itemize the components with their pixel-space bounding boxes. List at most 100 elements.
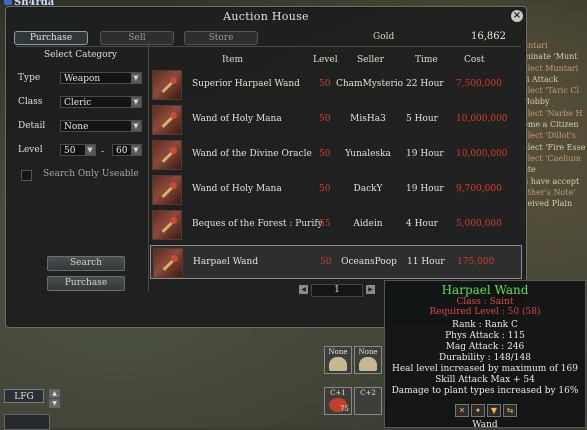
swap-icon: ⇆ <box>503 404 517 417</box>
chevron-down-icon[interactable]: ▼ <box>85 145 95 155</box>
slot-item-icon <box>329 357 347 371</box>
chevron-down-icon[interactable]: ▼ <box>131 121 141 131</box>
row-seller: MisHa3 <box>350 114 386 124</box>
table-row[interactable]: Wand of Holy Mana 50 MisHa3 5 Hour 10,00… <box>150 103 522 137</box>
shortcut-slot-c2[interactable]: C+2 <box>354 387 382 415</box>
type-select[interactable]: Weapon ▼ <box>60 72 142 84</box>
chevron-down-icon[interactable]: ▼ <box>131 97 141 107</box>
row-time: 11 Hour <box>407 257 445 267</box>
chat-line: ome a Citizen <box>523 120 579 130</box>
lfg-button[interactable]: LFG <box>4 389 44 403</box>
class-label: Class <box>18 97 43 107</box>
row-level: 50 <box>319 114 331 124</box>
chevron-up-icon[interactable]: ▲ <box>49 389 60 398</box>
row-time: 19 Hour <box>406 149 444 159</box>
tooltip-phys-attack: Phys Attack : 115 <box>445 331 525 341</box>
class-value: Cleric <box>64 98 92 108</box>
chat-line: ather's Note' <box>523 187 576 197</box>
table-row[interactable]: Wand of the Divine Oracle 50 Yunaleska 1… <box>150 138 522 172</box>
wand-icon <box>152 70 182 100</box>
table-row[interactable]: Beques of the Forest : Purify 55 Aidein … <box>150 208 522 242</box>
level-max-select[interactable]: 60 ▼ <box>112 144 142 156</box>
row-item-name: Wand of the Divine Oracle <box>192 149 312 159</box>
slot-item-icon <box>359 357 377 371</box>
level-min-select[interactable]: 50 ▼ <box>60 144 96 156</box>
panel-divider <box>148 42 149 292</box>
detail-select[interactable]: None ▼ <box>60 120 142 132</box>
detail-label: Detail <box>18 121 46 131</box>
row-seller: ChamMysterio <box>336 79 404 89</box>
row-level: 55 <box>319 219 331 229</box>
chevron-down-icon[interactable]: ▼ <box>131 73 141 83</box>
tooltip-type: Wand <box>472 420 498 430</box>
shortcut-slot-c1[interactable]: C+1 75 <box>324 387 352 415</box>
tooltip-bonus: Heal level increased by maximum of 169 <box>392 364 578 374</box>
level-min-value: 50 <box>64 146 76 156</box>
row-cost: 5,000,000 <box>456 219 502 229</box>
level-separator: - <box>101 147 105 157</box>
row-seller: Yunaleska <box>345 149 391 159</box>
chat-line: u have accept <box>523 176 580 186</box>
table-row-selected[interactable]: Harpael Wand 50 OceansPoop 11 Hour 175,0… <box>150 245 522 279</box>
row-level: 50 <box>320 257 332 267</box>
slot-label: None <box>358 348 378 356</box>
pagination: ◀ 1 ▶ <box>296 284 376 297</box>
sword-icon: ✕ <box>455 404 469 417</box>
tooltip-class: Class : Saint <box>456 297 514 307</box>
next-page-icon[interactable]: ▶ <box>366 285 375 294</box>
row-time: 5 Hour <box>406 114 438 124</box>
header-level: Level <box>313 55 338 65</box>
chat-line: elect 'Dillot's <box>523 131 576 141</box>
close-icon[interactable]: × <box>511 10 523 22</box>
chevron-down-icon[interactable]: ▼ <box>131 145 141 155</box>
row-seller: Aidein <box>353 219 383 229</box>
wand-icon <box>153 248 183 278</box>
chat-line: elect 'Fire Esse <box>523 142 586 152</box>
slot-label: C+1 <box>330 389 346 397</box>
row-cost: 10,000,000 <box>456 149 508 159</box>
purchase-button[interactable]: Purchase <box>47 276 125 291</box>
table-row[interactable]: Wand of Holy Mana 50 DackY 19 Hour 9,700… <box>150 173 522 207</box>
shortcut-slot[interactable]: None <box>324 346 352 374</box>
slot-label: None <box>328 348 348 356</box>
page-number: 1 <box>311 284 363 297</box>
shortcut-slot[interactable]: None <box>354 346 382 374</box>
gold-label: Gold <box>373 32 395 42</box>
only-useable-checkbox[interactable] <box>21 170 32 181</box>
only-useable-label: Search Only Useable <box>43 169 139 179</box>
row-level: 50 <box>319 79 331 89</box>
tooltip-required-level: Required Level : 50 (58) <box>429 307 541 317</box>
search-button[interactable]: Search <box>47 256 125 271</box>
lfg-scroll: ▲ ▼ <box>49 389 62 409</box>
row-level: 50 <box>319 149 331 159</box>
tab-sell[interactable]: Sell <box>100 31 174 45</box>
chat-line: elect 'Taric Cl <box>523 86 580 96</box>
table-row[interactable]: Superior Harpael Wand 50 ChamMysterio 22… <box>150 68 522 102</box>
player-status-icon <box>4 0 12 5</box>
type-value: Weapon <box>64 74 101 84</box>
window-title: Auction House <box>223 10 309 23</box>
fire-icon: ✦ <box>471 404 485 417</box>
header-seller: Seller <box>357 55 384 65</box>
class-select[interactable]: Cleric ▼ <box>60 96 142 108</box>
row-item-name: Wand of Holy Mana <box>192 184 282 194</box>
header-time: Time <box>415 55 438 65</box>
row-item-name: Superior Harpael Wand <box>192 79 300 89</box>
detail-value: None <box>64 122 89 132</box>
type-label: Type <box>18 73 41 83</box>
tab-purchase[interactable]: Purchase <box>14 31 88 45</box>
row-item-name: Beques of the Forest : Purify <box>192 219 323 229</box>
row-item-name: Harpael Wand <box>193 257 259 267</box>
row-time: 4 Hour <box>406 219 438 229</box>
chat-line: Hobby <box>523 97 550 107</box>
chat-line: elect Muntari <box>523 63 579 73</box>
chat-line: elect 'Caelium <box>523 153 581 163</box>
tooltip-icons: ✕ ✦ ▼ ⇆ <box>455 404 519 417</box>
row-time: 22 Hour <box>406 79 444 89</box>
chat-line: minate 'Munt <box>523 52 578 62</box>
item-tooltip: Harpael Wand Class : Saint Required Leve… <box>384 280 586 430</box>
tab-store[interactable]: Store <box>184 31 258 45</box>
chevron-down-icon[interactable]: ▼ <box>49 399 60 408</box>
prev-page-icon[interactable]: ◀ <box>299 285 308 294</box>
row-seller: OceansPoop <box>341 257 397 267</box>
